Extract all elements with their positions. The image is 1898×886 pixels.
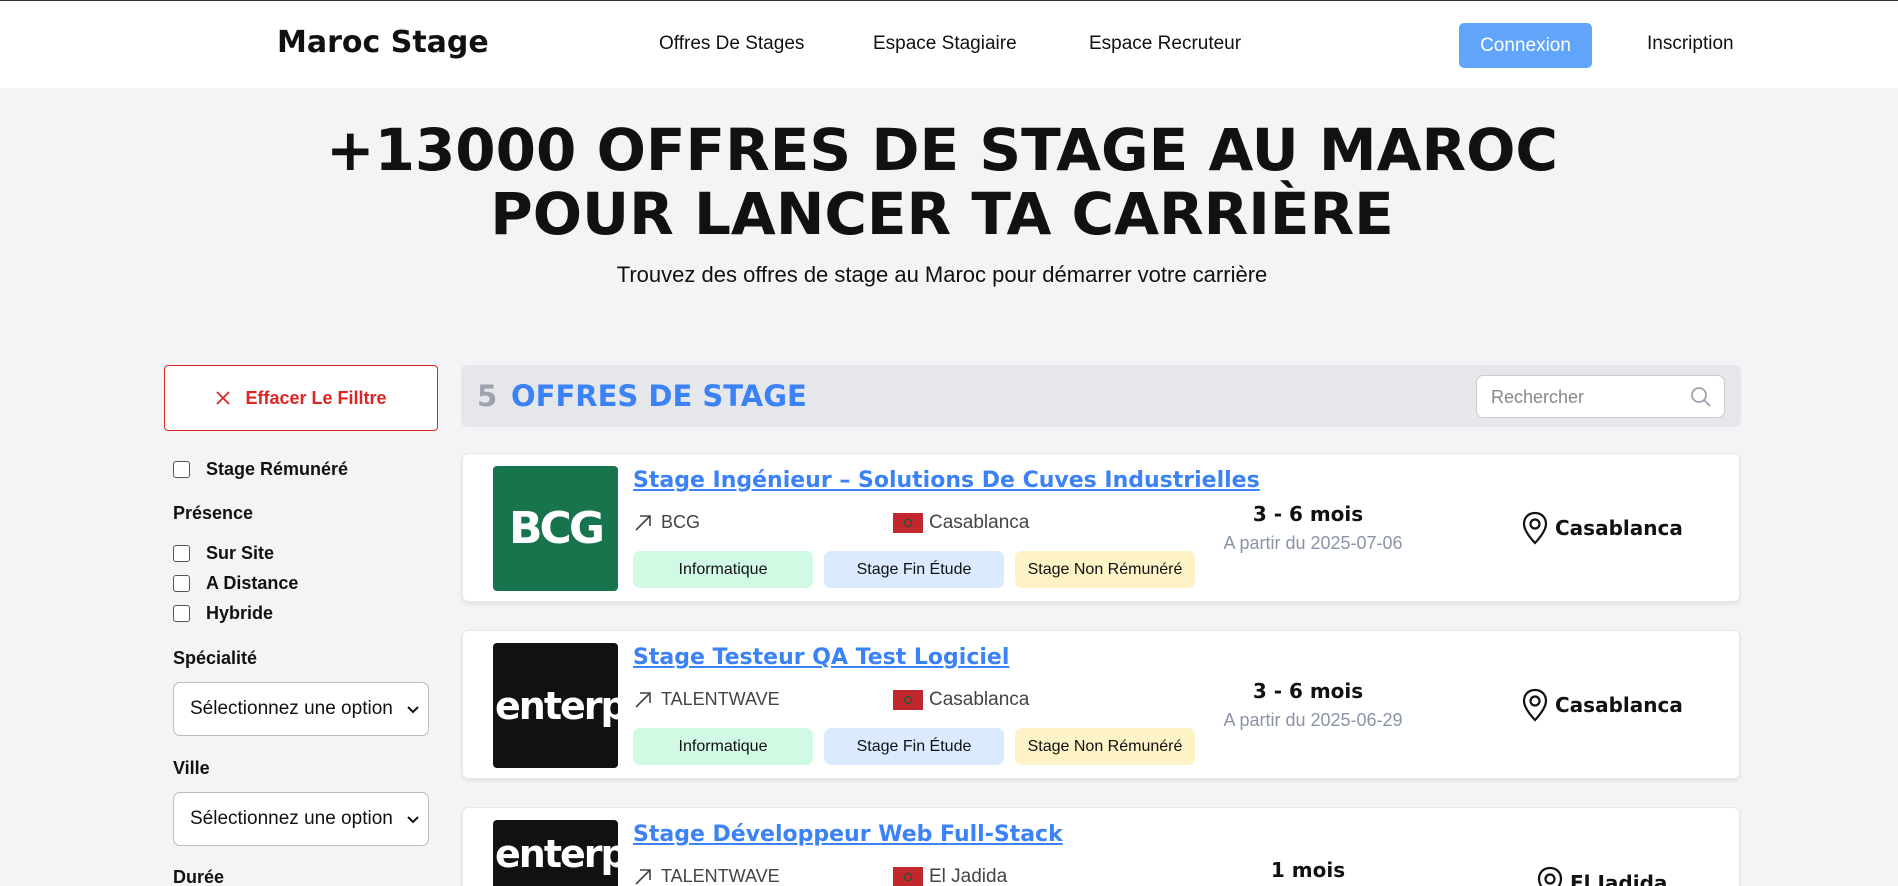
offer-city-name: El Jadida	[929, 866, 1008, 886]
company-link[interactable]: BCG	[633, 512, 700, 533]
city-select[interactable]: Sélectionnez une option	[173, 792, 429, 846]
offer-duration: 3 - 6 mois	[1252, 679, 1364, 703]
specialty-heading: Spécialité	[173, 648, 258, 668]
offer-location-name: Casablanca	[1555, 516, 1683, 540]
external-arrow-icon	[635, 691, 651, 708]
results-count: 5	[477, 379, 498, 413]
offer-city: El Jadida	[893, 866, 1007, 886]
specialty-select-value: Sélectionnez une option	[190, 698, 393, 719]
hybride-checkbox[interactable]	[173, 605, 190, 622]
company-logo[interactable]: enterprise	[493, 643, 618, 768]
presence-heading: Présence	[173, 503, 254, 523]
company-link[interactable]: TALENTWAVE	[633, 866, 780, 886]
nav-espace-recruteur[interactable]: Espace Recruteur	[1089, 33, 1241, 55]
company-logo-text: enterprise	[495, 683, 618, 728]
search-box	[1476, 375, 1725, 418]
offer-card[interactable]: BCG Stage Ingénieur – Solutions De Cuves…	[462, 453, 1740, 602]
offer-location: El Jadida	[1536, 866, 1667, 886]
sur-site-checkbox[interactable]	[173, 545, 190, 562]
a-distance-label: A Distance	[206, 573, 299, 593]
hero-subtitle: Trouvez des offres de stage au Maroc pou…	[616, 262, 1268, 287]
company-logo[interactable]: enterprise	[493, 820, 618, 886]
offer-duration: 1 mois	[1270, 858, 1346, 882]
filter-a-distance[interactable]: A Distance	[173, 573, 298, 594]
offer-title[interactable]: Stage Ingénieur – Solutions De Cuves Ind…	[633, 468, 1260, 493]
offer-city-name: Casablanca	[929, 512, 1030, 533]
paid-label: Stage Rémunéré	[206, 459, 349, 479]
site-header: Maroc Stage Offres De Stages Espace Stag…	[0, 0, 1898, 88]
clear-filter-label: Effacer Le Filltre	[245, 387, 387, 408]
company-logo-text: enterprise	[495, 831, 618, 876]
city-heading: Ville	[173, 758, 210, 778]
hero-title-line2: POUR LANCER TA CARRIÈRE	[490, 180, 1394, 248]
search-input[interactable]	[1491, 385, 1681, 409]
nav-offres[interactable]: Offres De Stages	[659, 33, 804, 55]
tag-pay: Stage Non Rémunéré	[1015, 551, 1195, 588]
company-logo-text: BCG	[509, 503, 605, 554]
results-header: 5 OFFRES DE STAGE	[461, 365, 1741, 427]
offer-location-name: El Jadida	[1570, 871, 1668, 886]
hero-title: +13000 OFFRES DE STAGE AU MAROC POUR LAN…	[0, 118, 1884, 246]
chevron-down-icon	[407, 816, 419, 824]
external-arrow-icon	[635, 868, 651, 885]
site-logo[interactable]: Maroc Stage	[277, 25, 489, 60]
offer-start-date: A partir du 2025-06-29	[1223, 710, 1403, 730]
tag-type: Stage Fin Étude	[824, 728, 1004, 765]
company-name: TALENTWAVE	[661, 866, 780, 886]
map-pin-icon	[1537, 866, 1563, 886]
filter-hybride[interactable]: Hybride	[173, 603, 273, 624]
map-pin-icon	[1522, 688, 1548, 722]
login-button[interactable]: Connexion	[1459, 23, 1592, 68]
nav-espace-stagiaire[interactable]: Espace Stagiaire	[873, 33, 1017, 55]
chevron-down-icon	[407, 706, 419, 714]
city-select-value: Sélectionnez une option	[190, 808, 393, 829]
external-arrow-icon	[635, 514, 651, 531]
morocco-flag-icon	[893, 690, 923, 710]
offer-duration: 3 - 6 mois	[1252, 502, 1364, 526]
company-logo[interactable]: BCG	[493, 466, 618, 591]
clear-filter-button[interactable]: Effacer Le Filltre	[164, 365, 438, 431]
morocco-flag-icon	[893, 513, 923, 533]
hero-title-line1: +13000 OFFRES DE STAGE AU MAROC	[326, 116, 1558, 184]
offer-card[interactable]: enterprise Stage Développeur Web Full-St…	[462, 807, 1740, 886]
company-link[interactable]: TALENTWAVE	[633, 689, 780, 710]
offer-location: Casablanca	[1521, 511, 1683, 545]
results-label: OFFRES DE STAGE	[511, 379, 807, 413]
offer-location: Casablanca	[1521, 688, 1683, 722]
sur-site-label: Sur Site	[206, 543, 275, 563]
paid-checkbox[interactable]	[173, 461, 190, 478]
search-icon[interactable]	[1690, 386, 1712, 408]
offer-title[interactable]: Stage Testeur QA Test Logiciel	[633, 645, 1009, 670]
offer-card[interactable]: enterprise Stage Testeur QA Test Logicie…	[462, 630, 1740, 779]
a-distance-checkbox[interactable]	[173, 575, 190, 592]
map-pin-icon	[1522, 511, 1548, 545]
offer-city-name: Casablanca	[929, 689, 1030, 710]
signup-link[interactable]: Inscription	[1647, 33, 1734, 55]
company-name: BCG	[661, 512, 701, 532]
duration-heading: Durée	[173, 867, 225, 886]
offer-location-name: Casablanca	[1555, 693, 1683, 717]
offer-start-date: A partir du 2025-07-06	[1223, 533, 1403, 553]
morocco-flag-icon	[893, 867, 923, 886]
specialty-select[interactable]: Sélectionnez une option	[173, 682, 429, 736]
tag-pay: Stage Non Rémunéré	[1015, 728, 1195, 765]
offer-city: Casablanca	[893, 512, 1029, 534]
close-icon	[216, 391, 231, 405]
tag-category: Informatique	[633, 728, 813, 765]
offer-title[interactable]: Stage Développeur Web Full-Stack	[633, 822, 1063, 847]
hybride-label: Hybride	[206, 603, 274, 623]
tag-type: Stage Fin Étude	[824, 551, 1004, 588]
tag-category: Informatique	[633, 551, 813, 588]
offer-city: Casablanca	[893, 689, 1029, 711]
filter-paid[interactable]: Stage Rémunéré	[173, 459, 348, 480]
company-name: TALENTWAVE	[661, 689, 780, 709]
filter-sur-site[interactable]: Sur Site	[173, 543, 274, 564]
